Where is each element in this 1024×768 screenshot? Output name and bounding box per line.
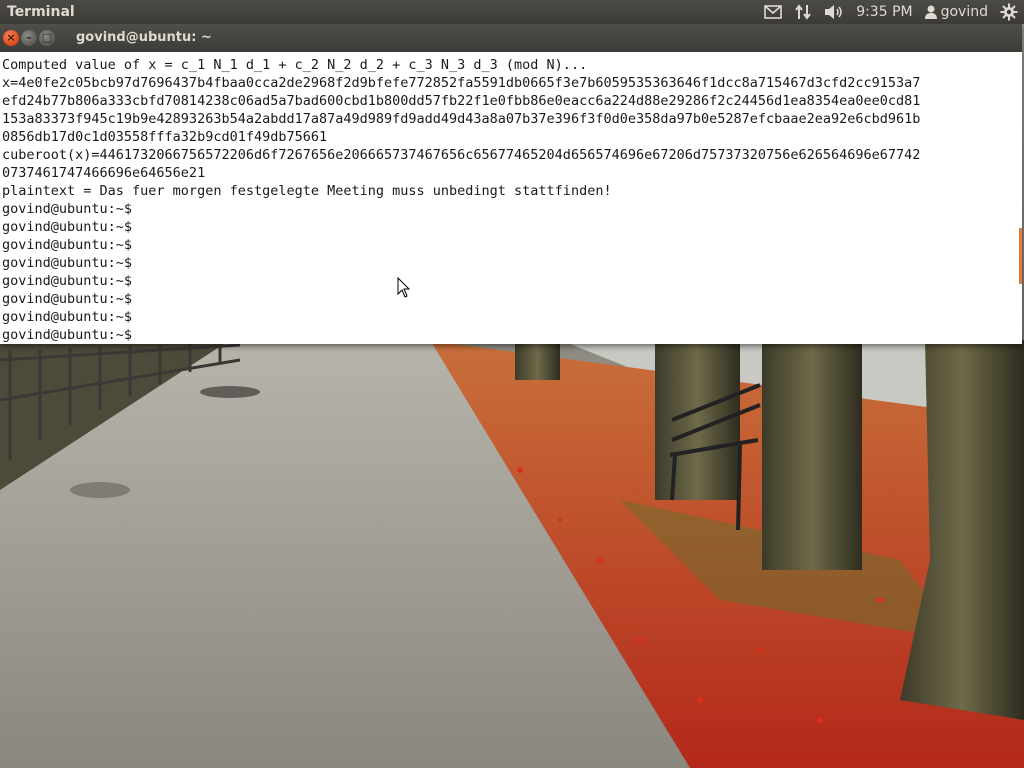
mouse-pointer-icon	[397, 277, 411, 298]
maximize-button[interactable]: □	[39, 30, 55, 46]
minimize-icon: –	[26, 31, 32, 44]
terminal-prompt: govind@ubuntu:~$	[2, 309, 133, 325]
terminal-prompt: govind@ubuntu:~$	[2, 291, 133, 307]
window-title: govind@ubuntu: ~	[76, 30, 212, 45]
terminal-line: x=4e0fe2c05bcb97d7696437b4fbaa0cca2de296…	[2, 75, 921, 91]
terminal-prompt: govind@ubuntu:~$	[2, 327, 133, 343]
scrollbar-thumb[interactable]	[1019, 228, 1022, 284]
terminal-prompt: govind@ubuntu:~$	[2, 273, 133, 289]
clock-indicator[interactable]: 9:35 PM	[850, 0, 918, 24]
volume-indicator[interactable]	[818, 0, 850, 24]
terminal-line: 153a83373f945c19b9e42893263b54a2abdd17a8…	[2, 111, 921, 127]
volume-icon	[825, 5, 842, 19]
terminal-line: 0737461747466696e64656e21	[2, 165, 206, 181]
user-menu[interactable]: govind	[919, 0, 994, 24]
terminal-content[interactable]: Computed value of x = c_1 N_1 d_1 + c_2 …	[0, 52, 1022, 344]
terminal-line: 0856db17d0c1d03558fffa32b9cd01f49db75661	[2, 129, 328, 145]
terminal-line: cuberoot(x)=4461732066756572206d6f726765…	[2, 147, 921, 163]
active-app-name: Terminal	[7, 4, 75, 20]
terminal-line: efd24b77b806a333cbfd70814238c06ad5a7bad6…	[2, 93, 921, 109]
close-icon: ×	[6, 31, 16, 44]
terminal-prompt: govind@ubuntu:~$	[2, 201, 133, 217]
terminal-window[interactable]: × – □ govind@ubuntu: ~ Computed value of…	[0, 24, 1022, 344]
indicator-area: 9:35 PM govind	[758, 0, 1024, 24]
terminal-line: Computed value of x = c_1 N_1 d_1 + c_2 …	[2, 57, 588, 73]
top-panel: Terminal 9:35 PM govind	[0, 0, 1024, 24]
gear-icon	[1000, 3, 1018, 21]
terminal-line: plaintext = Das fuer morgen festgelegte …	[2, 183, 612, 199]
session-menu[interactable]	[994, 0, 1024, 24]
terminal-output[interactable]: Computed value of x = c_1 N_1 d_1 + c_2 …	[0, 52, 1022, 344]
mail-indicator[interactable]	[758, 0, 788, 24]
user-name: govind	[940, 4, 988, 20]
network-transfer-icon	[795, 4, 811, 20]
close-button[interactable]: ×	[3, 30, 19, 46]
window-title-bar[interactable]: × – □ govind@ubuntu: ~	[0, 24, 1022, 52]
terminal-prompt: govind@ubuntu:~$	[2, 237, 133, 253]
minimize-button[interactable]: –	[21, 30, 37, 46]
clock: 9:35 PM	[856, 4, 913, 20]
mail-icon	[764, 5, 782, 19]
network-indicator[interactable]	[788, 0, 818, 24]
maximize-icon: □	[41, 31, 53, 44]
user-icon	[924, 5, 937, 19]
terminal-prompt: govind@ubuntu:~$	[2, 219, 133, 235]
terminal-prompt: govind@ubuntu:~$	[2, 255, 133, 271]
